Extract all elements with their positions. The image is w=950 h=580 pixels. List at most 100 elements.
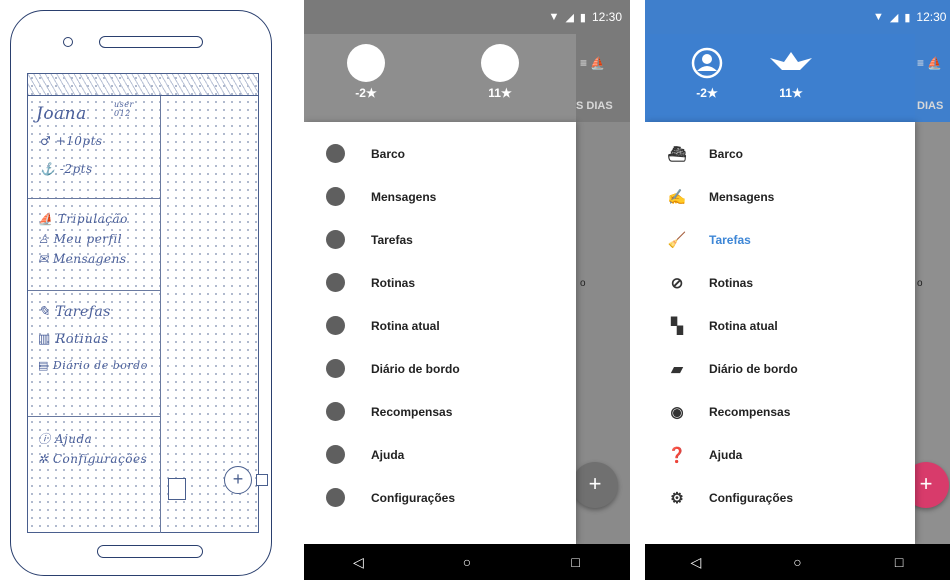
drawer-header: -2★ 11★ <box>304 34 576 122</box>
tab-days[interactable]: S DIAS <box>576 100 613 112</box>
boat-icon: ⛴ <box>667 145 687 163</box>
paper-boat-icon <box>770 52 812 70</box>
sketch-item-messages: ✉ Mensagens <box>38 252 127 266</box>
sketch-item-routines-text: Rotinas <box>55 332 109 347</box>
sketch-points-down: ⚓ -2pts <box>40 162 93 176</box>
home-icon[interactable]: ○ <box>437 554 497 570</box>
menu-item-label: Rotinas <box>371 275 416 290</box>
sketch-item-help-text: Ajuda <box>54 432 93 446</box>
sketch-item-help: ⓘ Ajuda <box>38 432 93 446</box>
menu-icon: ≡ ⛵ <box>917 56 943 70</box>
home-icon[interactable]: ○ <box>767 554 827 570</box>
placeholder-dot-icon <box>326 402 345 421</box>
broom-icon: 🧹 <box>667 231 687 249</box>
placeholder-dot-icon <box>326 230 345 249</box>
signal-icon: ◢ <box>565 11 574 24</box>
menu-item-configuracoes[interactable]: Configurações <box>304 476 576 519</box>
placeholder-dot-icon <box>326 359 345 378</box>
menu-item-recompensas[interactable]: Recompensas <box>304 390 576 433</box>
menu-item-configuracoes[interactable]: ⚙ Configurações <box>645 476 915 519</box>
placeholder-dot-icon <box>326 445 345 464</box>
menu-item-mensagens[interactable]: Mensagens <box>304 175 576 218</box>
sketch-points-up: ♂ +10pts <box>40 134 103 148</box>
menu-item-label: Configurações <box>371 490 456 505</box>
user-circle-icon <box>691 47 723 79</box>
menu-item-rotina-atual[interactable]: Rotina atual <box>304 304 576 347</box>
sketch-item-tasks-text: Tarefas <box>55 304 111 320</box>
phone-grayscale: ▼ ◢ ▮ 12:30 ≡ ⛵ S DIAS o + -2★ 11★ Barco… <box>304 0 630 580</box>
map-icon: ▚ <box>671 317 683 335</box>
menu-item-label: Diário de bordo <box>709 361 798 376</box>
sketch-home-button <box>97 545 203 558</box>
gear-icon: ⚙ <box>670 489 684 507</box>
menu-icon: ≡ ⛵ <box>580 56 606 70</box>
boat-avatar[interactable] <box>470 34 530 82</box>
menu-item-label: Tarefas <box>371 232 413 247</box>
boat-avatar[interactable] <box>761 34 821 83</box>
menu-item-label: Rotina atual <box>709 318 778 333</box>
menu-item-recompensas[interactable]: ◉ Recompensas <box>645 390 915 433</box>
menu-item-ajuda[interactable]: ❓ Ajuda <box>645 433 915 476</box>
battery-icon: ▮ <box>904 11 911 24</box>
add-fab[interactable]: + <box>572 462 618 508</box>
sketch-small-icon-box <box>168 478 186 500</box>
sketch-fab: + <box>224 466 252 494</box>
profile-avatar[interactable] <box>677 34 737 85</box>
menu-item-label: Ajuda <box>709 447 743 462</box>
drawer-menu: Barco Mensagens Tarefas Rotinas Rotina a… <box>304 132 576 519</box>
sketch-divider <box>28 416 160 417</box>
score-negative: -2★ <box>355 86 377 100</box>
sketch-screen: Joana user 012 ♂ +10pts ⚓ -2pts ⛵ Tripul… <box>27 73 268 533</box>
menu-item-mensagens[interactable]: ✍ Mensagens <box>645 175 915 218</box>
sketch-item-logbook-text: Diário de bordo <box>52 359 148 372</box>
menu-item-diario-de-bordo[interactable]: ▰ Diário de bordo <box>645 347 915 390</box>
sketch-user-note: user 012 <box>114 100 134 118</box>
menu-item-label: Barco <box>371 146 406 161</box>
menu-item-rotinas[interactable]: Rotinas <box>304 261 576 304</box>
sketch-item-settings: ✲ Configurações <box>38 452 148 466</box>
sketch-points-down-text: -2pts <box>59 162 93 176</box>
sketch-divider <box>28 290 160 291</box>
sketch-item-crew-text: Tripulação <box>57 212 128 226</box>
menu-item-tarefas[interactable]: Tarefas <box>304 218 576 261</box>
avatar[interactable] <box>336 34 396 82</box>
menu-item-barco[interactable]: Barco <box>304 132 576 175</box>
sketch-item-messages-text: Mensagens <box>52 252 127 266</box>
back-icon[interactable]: ◁ <box>666 554 726 571</box>
navigation-drawer: ⛴ Barco ✍ Mensagens 🧹 Tarefas ⊘ Rotinas ▚ Rot… <box>645 122 915 544</box>
sketch-item-settings-text: Configurações <box>52 452 148 466</box>
sketch-item-profile-text: Meu perfil <box>53 232 123 246</box>
placeholder-dot-icon <box>326 144 345 163</box>
sketch-item-tasks: ✎ Tarefas <box>38 304 111 320</box>
compass-icon: ⊘ <box>670 274 684 292</box>
sketch-status-hatch <box>28 74 258 96</box>
tab-days[interactable]: DIAS <box>917 100 943 112</box>
content-char: o <box>580 278 586 289</box>
menu-item-ajuda[interactable]: Ajuda <box>304 433 576 476</box>
menu-item-label: Barco <box>709 146 744 161</box>
recents-icon[interactable]: □ <box>546 554 606 570</box>
menu-item-label: Rotina atual <box>371 318 440 333</box>
battery-icon: ▮ <box>579 11 586 24</box>
status-time: 12:30 <box>916 10 947 24</box>
menu-item-label: Mensagens <box>709 189 775 204</box>
menu-item-diario-de-bordo[interactable]: Diário de bordo <box>304 347 576 390</box>
menu-item-label: Ajuda <box>371 447 405 462</box>
sketch-dropdown-box <box>256 474 268 486</box>
menu-item-tarefas[interactable]: 🧹 Tarefas <box>645 218 915 261</box>
score-positive: 11★ <box>779 86 803 100</box>
help-icon: ❓ <box>667 446 687 464</box>
sketch-item-logbook: ▤ Diário de bordo <box>38 359 148 372</box>
menu-item-rotina-atual[interactable]: ▚ Rotina atual <box>645 304 915 347</box>
menu-item-rotinas[interactable]: ⊘ Rotinas <box>645 261 915 304</box>
back-icon[interactable]: ◁ <box>328 554 388 571</box>
recents-icon[interactable]: □ <box>869 554 929 570</box>
menu-item-barco[interactable]: ⛴ Barco <box>645 132 915 175</box>
status-bar: ▼ ◢ ▮ 12:30 <box>645 0 950 34</box>
sketch-divider <box>28 198 160 199</box>
placeholder-dot-icon <box>326 273 345 292</box>
sketch-drawer-edge <box>160 96 161 533</box>
sketch-points-up-text: +10pts <box>55 134 103 148</box>
sketch-user-name: Joana <box>36 104 87 124</box>
sketch-speaker <box>99 36 203 48</box>
